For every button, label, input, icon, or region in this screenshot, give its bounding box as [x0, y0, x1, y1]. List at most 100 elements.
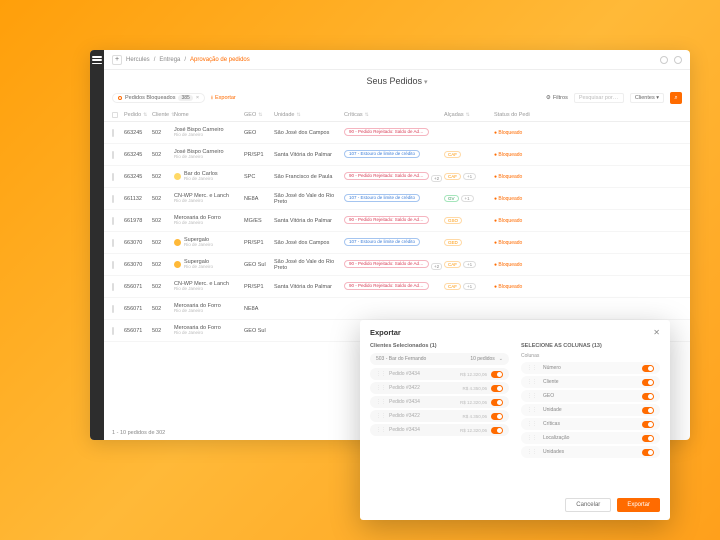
drag-handle-icon: ⋮⋮	[527, 449, 537, 455]
page-title[interactable]: Seus Pedidos	[104, 70, 690, 88]
bell-icon[interactable]	[660, 56, 668, 64]
order-item[interactable]: ⋮⋮Pedido #3422R$ 4.350,06	[370, 382, 509, 394]
critique-count[interactable]: +2	[431, 175, 442, 182]
table-row[interactable]: 656071 502 CN-WP Merc. e LanchRio de Jan…	[104, 276, 690, 298]
toggle[interactable]	[642, 421, 654, 428]
table-row[interactable]: 663245 502 José Bispo CarneiroRio de Jan…	[104, 144, 690, 166]
column-item[interactable]: ⋮⋮Número	[521, 362, 660, 374]
alcada-pill[interactable]: +1	[461, 195, 474, 202]
order-item[interactable]: ⋮⋮Pedido #3434R$ 12.320,06	[370, 396, 509, 408]
column-item[interactable]: ⋮⋮Unidade	[521, 404, 660, 416]
drag-handle-icon: ⋮⋮	[527, 421, 537, 427]
table-row[interactable]: 656071 502 Mercearia do ForroRio de Jane…	[104, 298, 690, 320]
chevron-down-icon: ⌄	[499, 356, 503, 362]
alcada-pill[interactable]: GV	[444, 195, 459, 202]
toggle[interactable]	[491, 399, 503, 406]
alcada-pill[interactable]: GSO	[444, 217, 462, 224]
clients-dropdown[interactable]: Clientes ▾	[630, 93, 664, 103]
breadcrumb-1[interactable]: Hercules	[126, 57, 150, 63]
filter-chip[interactable]: Pedidos Bloqueados 385 ×	[112, 93, 205, 103]
alcada-pill[interactable]: +1	[463, 283, 476, 290]
help-icon[interactable]	[674, 56, 682, 64]
critique-pill[interactable]: 90 - Pedido Rejeitado: Saldo de Adiantam…	[344, 282, 429, 290]
client-icon	[174, 173, 181, 180]
checkbox[interactable]	[112, 305, 114, 313]
toggle[interactable]	[642, 435, 654, 442]
checkbox[interactable]	[112, 195, 114, 203]
search-input[interactable]: Pesquisar por…	[574, 93, 624, 103]
status-badge: ● Bloqueado	[494, 218, 522, 224]
column-item[interactable]: ⋮⋮Críticas	[521, 418, 660, 430]
status-badge: ● Bloqueado	[494, 240, 522, 246]
checkbox[interactable]	[112, 151, 114, 159]
checkbox[interactable]	[112, 239, 114, 247]
drag-handle-icon: ⋮⋮	[376, 385, 386, 391]
checkbox[interactable]	[112, 283, 114, 291]
status-badge: ● Bloqueado	[494, 130, 522, 136]
alcada-pill[interactable]: GED	[444, 239, 462, 246]
alcada-pill[interactable]: +1	[463, 173, 476, 180]
toggle[interactable]	[491, 413, 503, 420]
close-icon[interactable]: ✕	[653, 328, 660, 337]
drag-handle-icon: ⋮⋮	[527, 379, 537, 385]
table-row[interactable]: 663245 502 José Bispo CarneiroRio de Jan…	[104, 122, 690, 144]
clients-heading: Clientes Selecionados (1)	[370, 343, 509, 349]
toggle[interactable]	[642, 379, 654, 386]
export-button[interactable]: Exportar	[617, 498, 660, 512]
table-row[interactable]: 661978 502 Mercearia do ForroRio de Jane…	[104, 210, 690, 232]
modal-title: Exportar	[370, 328, 401, 337]
cancel-button[interactable]: Cancelar	[565, 498, 611, 512]
alcada-pill[interactable]: +1	[463, 261, 476, 268]
checkbox[interactable]	[112, 327, 114, 335]
checkbox-all[interactable]	[112, 112, 118, 118]
checkbox[interactable]	[112, 261, 114, 269]
critique-pill[interactable]: 90 - Pedido Rejeitado: Saldo de Adiantam…	[344, 172, 429, 180]
alcada-pill[interactable]: CAF	[444, 261, 461, 268]
column-item[interactable]: ⋮⋮GEO	[521, 390, 660, 402]
drag-handle-icon: ⋮⋮	[376, 413, 386, 419]
alcada-pill[interactable]: CAF	[444, 283, 461, 290]
toggle[interactable]	[642, 365, 654, 372]
toggle[interactable]	[642, 449, 654, 456]
new-button[interactable]: +	[112, 55, 122, 65]
toggle[interactable]	[642, 393, 654, 400]
column-item[interactable]: ⋮⋮Cliente	[521, 376, 660, 388]
critique-count[interactable]: +2	[431, 263, 442, 270]
critique-pill[interactable]: 90 - Pedido Rejeitado: Saldo de Adiantam…	[344, 260, 429, 268]
alcada-pill[interactable]: CAF	[444, 173, 461, 180]
breadcrumb-3[interactable]: Aprovação de pedidos	[190, 57, 250, 63]
export-link[interactable]: ⭳ Exportar	[211, 94, 236, 103]
toggle[interactable]	[642, 407, 654, 414]
export-modal: Exportar ✕ Clientes Selecionados (1) 503…	[360, 320, 670, 520]
critique-pill[interactable]: 107 - Estouro de limite de crédito	[344, 238, 420, 246]
order-item[interactable]: ⋮⋮Pedido #3434R$ 12.320,06	[370, 368, 509, 380]
breadcrumb-2[interactable]: Entrega	[159, 57, 180, 63]
filters-button[interactable]: ⚙ Filtros	[546, 95, 568, 101]
critique-pill[interactable]: 107 - Estouro de limite de crédito	[344, 150, 420, 158]
toggle[interactable]	[491, 427, 503, 434]
client-icon	[174, 261, 181, 268]
toggle[interactable]	[491, 371, 503, 378]
table-row[interactable]: 663245 502 Bar do CarlosRio de Janeiro S…	[104, 166, 690, 188]
table-row[interactable]: 663070 502 SupergaloRio de Janeiro GEO S…	[104, 254, 690, 276]
client-selector[interactable]: 503 - Bar do Fernando 10 pedidos⌄	[370, 353, 509, 365]
alcada-pill[interactable]: CAF	[444, 151, 461, 158]
checkbox[interactable]	[112, 129, 114, 137]
column-item[interactable]: ⋮⋮Localização	[521, 432, 660, 444]
drag-handle-icon: ⋮⋮	[376, 371, 386, 377]
table-row[interactable]: 663070 502 SupergaloRio de Janeiro PR/SP…	[104, 232, 690, 254]
checkbox[interactable]	[112, 173, 114, 181]
critique-pill[interactable]: 90 - Pedido Rejeitado: Saldo de Adiantam…	[344, 216, 429, 224]
order-item[interactable]: ⋮⋮Pedido #3422R$ 4.350,06	[370, 410, 509, 422]
menu-icon[interactable]	[92, 56, 102, 64]
order-item[interactable]: ⋮⋮Pedido #3434R$ 12.320,06	[370, 424, 509, 436]
search-button[interactable]: ⌕	[670, 92, 682, 104]
status-badge: ● Bloqueado	[494, 284, 522, 290]
critique-pill[interactable]: 107 - Estouro de limite de crédito	[344, 194, 420, 202]
checkbox[interactable]	[112, 217, 114, 225]
table-row[interactable]: 661132 502 CN-WP Merc. e LanchRio de Jan…	[104, 188, 690, 210]
critique-pill[interactable]: 90 - Pedido Rejeitado: Saldo de Adiantam…	[344, 128, 429, 136]
toggle[interactable]	[491, 385, 503, 392]
column-item[interactable]: ⋮⋮Unidades	[521, 446, 660, 458]
drag-handle-icon: ⋮⋮	[527, 407, 537, 413]
